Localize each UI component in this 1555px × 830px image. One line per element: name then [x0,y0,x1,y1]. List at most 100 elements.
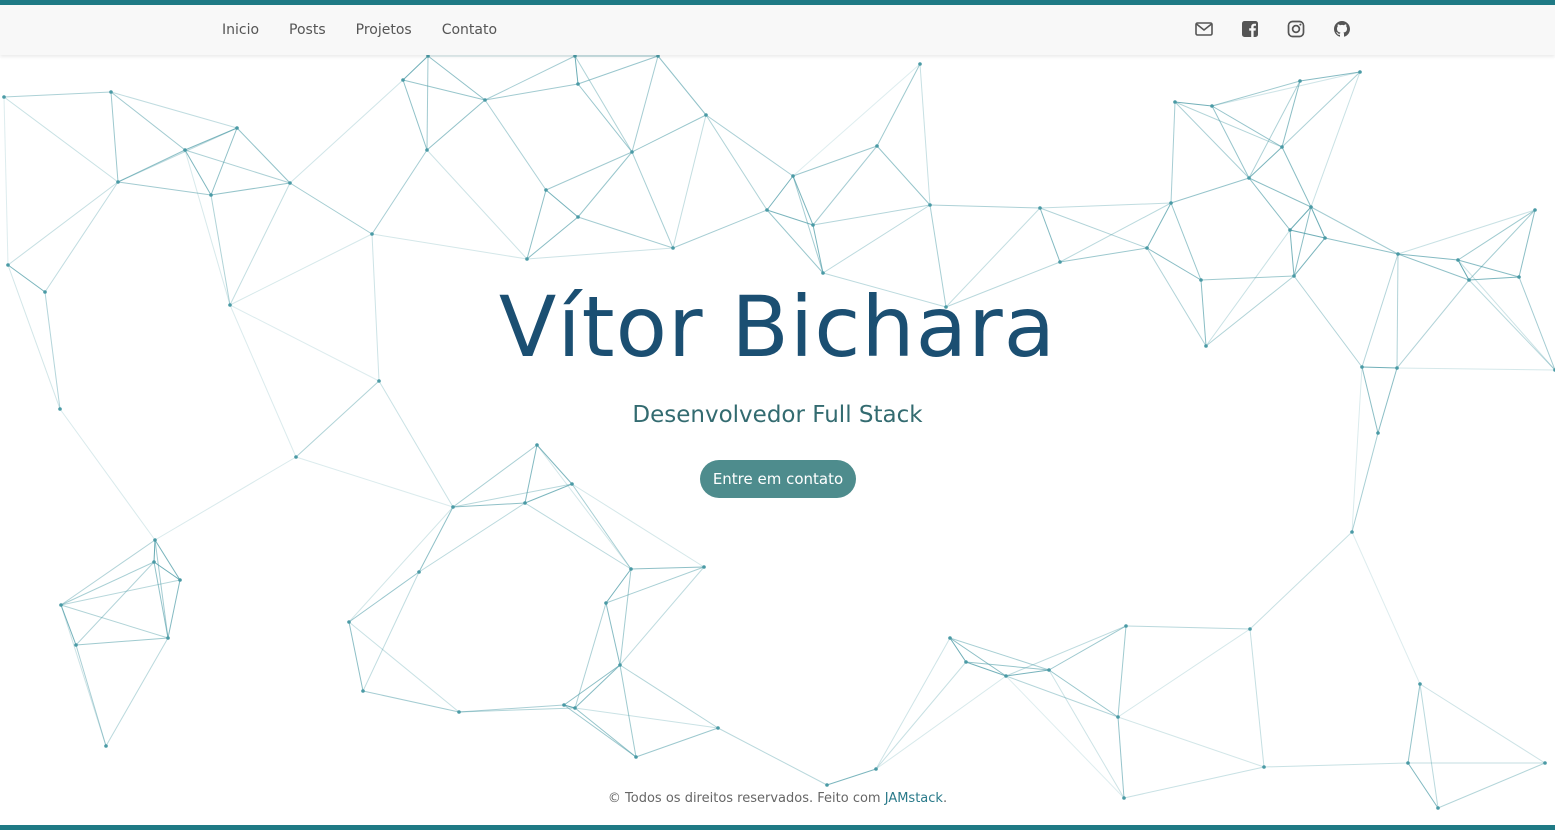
network-line [826,768,877,786]
network-line [371,149,428,235]
nav-link-projetos[interactable]: Projetos [356,22,412,38]
network-line [1170,101,1176,204]
nav-link-contato[interactable]: Contato [442,22,497,38]
network-line [1200,279,1207,347]
network-line [571,483,705,568]
network-line [1248,177,1291,231]
github-icon[interactable] [1332,19,1352,39]
network-line [1205,229,1291,347]
network-line [524,483,573,504]
network-line [60,604,107,747]
network-line [1048,669,1125,799]
network-line [822,272,947,308]
network-line [766,175,794,211]
network-node [704,113,708,117]
network-line [1211,80,1301,107]
network-line [524,502,632,570]
network-line [812,224,824,274]
network-node [1058,260,1062,264]
network-node [166,636,170,640]
network-line [1170,177,1250,204]
network-line [526,216,579,260]
network-line [1263,762,1409,768]
network-line [945,207,1041,308]
network-node [1395,366,1399,370]
network-line [3,96,9,266]
navbar: Inicio Posts Projetos Contato [0,5,1555,55]
network-node [1358,70,1362,74]
network-node [178,578,182,582]
network-line [1281,146,1312,208]
network-node [347,620,351,624]
network-node [1210,104,1214,108]
network-node [948,636,952,640]
network-line [1289,229,1326,239]
network-line [362,571,420,692]
network-line [545,189,579,218]
network-node [825,783,829,787]
footer-copyright: © Todos os direitos reservados. Feito co… [607,791,885,806]
mail-icon[interactable] [1194,19,1214,39]
network-line [619,664,719,729]
network-node [74,643,78,647]
network-node [116,180,120,184]
network-node [1517,275,1521,279]
network-node [576,82,580,86]
network-line [1310,71,1361,208]
network-line [295,380,380,458]
network-line [635,727,719,758]
particle-network-background [2,54,1555,810]
network-line [1361,366,1398,369]
network-node [944,305,948,309]
network-line [1419,683,1546,764]
nav-link-inicio[interactable]: Inicio [222,22,259,38]
network-line [792,175,814,226]
jamstack-link[interactable]: JAMstack [885,791,943,806]
network-node [1204,344,1208,348]
network-line [60,561,155,606]
network-node [875,144,879,148]
network-line [1005,675,1119,718]
network-line [945,261,1061,308]
network-line [426,149,528,260]
network-line [154,539,169,639]
network-node [361,689,365,693]
network-line [717,727,828,786]
network-node [1124,624,1128,628]
network-node [1376,431,1380,435]
contact-button[interactable]: Entre em contato [700,460,856,498]
network-node [928,203,932,207]
network-line [630,566,705,570]
network-node [604,601,608,605]
network-line [876,63,921,147]
network-line [426,99,486,151]
facebook-icon[interactable] [1240,19,1260,39]
network-node [1047,668,1051,672]
network-line [605,602,621,666]
nav-link-posts[interactable]: Posts [289,22,326,38]
network-node [1456,258,1460,262]
network-line [536,444,632,570]
network-node [59,603,63,607]
network-node [1292,274,1296,278]
network-line [1518,276,1555,371]
network-node [1116,715,1120,719]
network-node [294,455,298,459]
network-line [1039,207,1148,249]
network-line [229,233,373,306]
network-node [1418,682,1422,686]
network-node [1038,206,1042,210]
network-node [630,150,634,154]
network-line [378,380,454,508]
network-line [929,204,947,308]
instagram-icon[interactable] [1286,19,1306,39]
network-line [1211,71,1361,107]
network-line [1396,367,1555,371]
network-line [875,637,951,770]
network-line [348,621,460,713]
network-node [821,271,825,275]
network-node [535,443,539,447]
network-line [526,189,547,260]
network-node [1145,246,1149,250]
network-node [791,174,795,178]
